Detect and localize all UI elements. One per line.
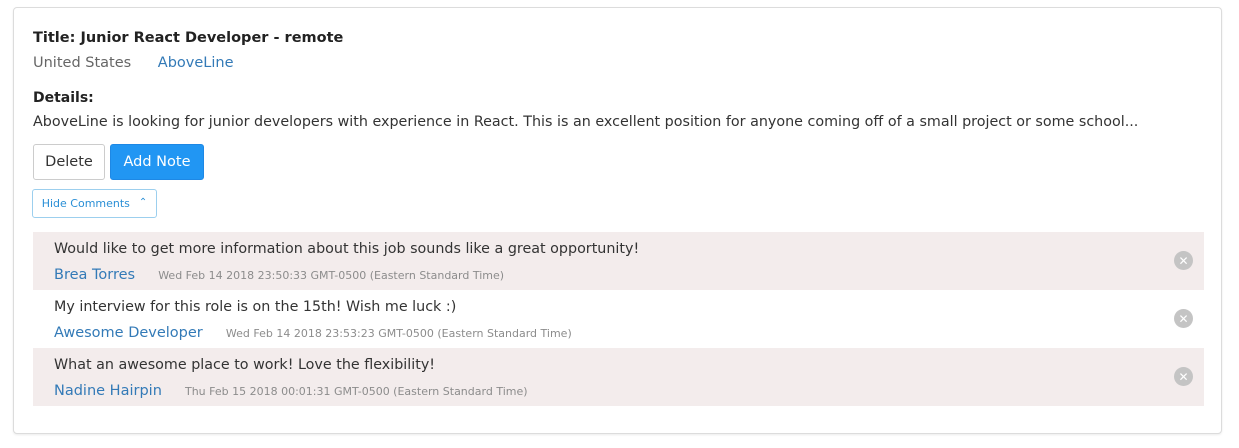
close-icon[interactable]: ✕ (1174, 309, 1193, 328)
comment-text: My interview for this role is on the 15t… (54, 299, 457, 315)
hide-comments-label: Hide Comments (41, 197, 130, 210)
company-link[interactable]: AboveLine (158, 55, 234, 71)
hide-comments-button[interactable]: Hide Comments ⌃ (32, 189, 157, 218)
comment-byline: Brea Torres Wed Feb 14 2018 23:50:33 GMT… (54, 264, 1204, 283)
comment-item: My interview for this role is on the 15t… (33, 290, 1204, 348)
comment-text: What an awesome place to work! Love the … (54, 357, 436, 373)
comment-text: Would like to get more information about… (54, 241, 640, 257)
chevron-up-icon: ⌃ (138, 197, 148, 208)
comment-item: Would like to get more information about… (33, 232, 1204, 290)
details-label: Details: (33, 90, 94, 106)
delete-button[interactable]: Delete (33, 144, 105, 180)
job-title: Title: Junior React Developer - remote (33, 30, 344, 46)
close-icon[interactable]: ✕ (1174, 251, 1193, 270)
job-location: United States (33, 55, 132, 71)
comment-author-link[interactable]: Nadine Hairpin (54, 383, 162, 399)
comment-date: Thu Feb 15 2018 00:01:31 GMT-0500 (Easte… (184, 385, 528, 398)
comment-byline: Nadine Hairpin Thu Feb 15 2018 00:01:31 … (54, 380, 1204, 399)
job-card: Title: Junior React Developer - remote U… (13, 7, 1222, 434)
comment-date: Wed Feb 14 2018 23:53:23 GMT-0500 (Easte… (225, 327, 572, 340)
comment-author-link[interactable]: Awesome Developer (54, 325, 203, 341)
comments-list: Would like to get more information about… (33, 232, 1204, 406)
comment-item: What an awesome place to work! Love the … (33, 348, 1204, 406)
comment-byline: Awesome Developer Wed Feb 14 2018 23:53:… (54, 322, 1204, 341)
job-meta: United States AboveLine (33, 55, 234, 71)
add-note-button[interactable]: Add Note (110, 144, 204, 180)
comment-author-link[interactable]: Brea Torres (54, 267, 135, 283)
close-icon[interactable]: ✕ (1174, 367, 1193, 386)
comment-date: Wed Feb 14 2018 23:50:33 GMT-0500 (Easte… (158, 269, 505, 282)
details-text: AboveLine is looking for junior develope… (33, 114, 1139, 130)
